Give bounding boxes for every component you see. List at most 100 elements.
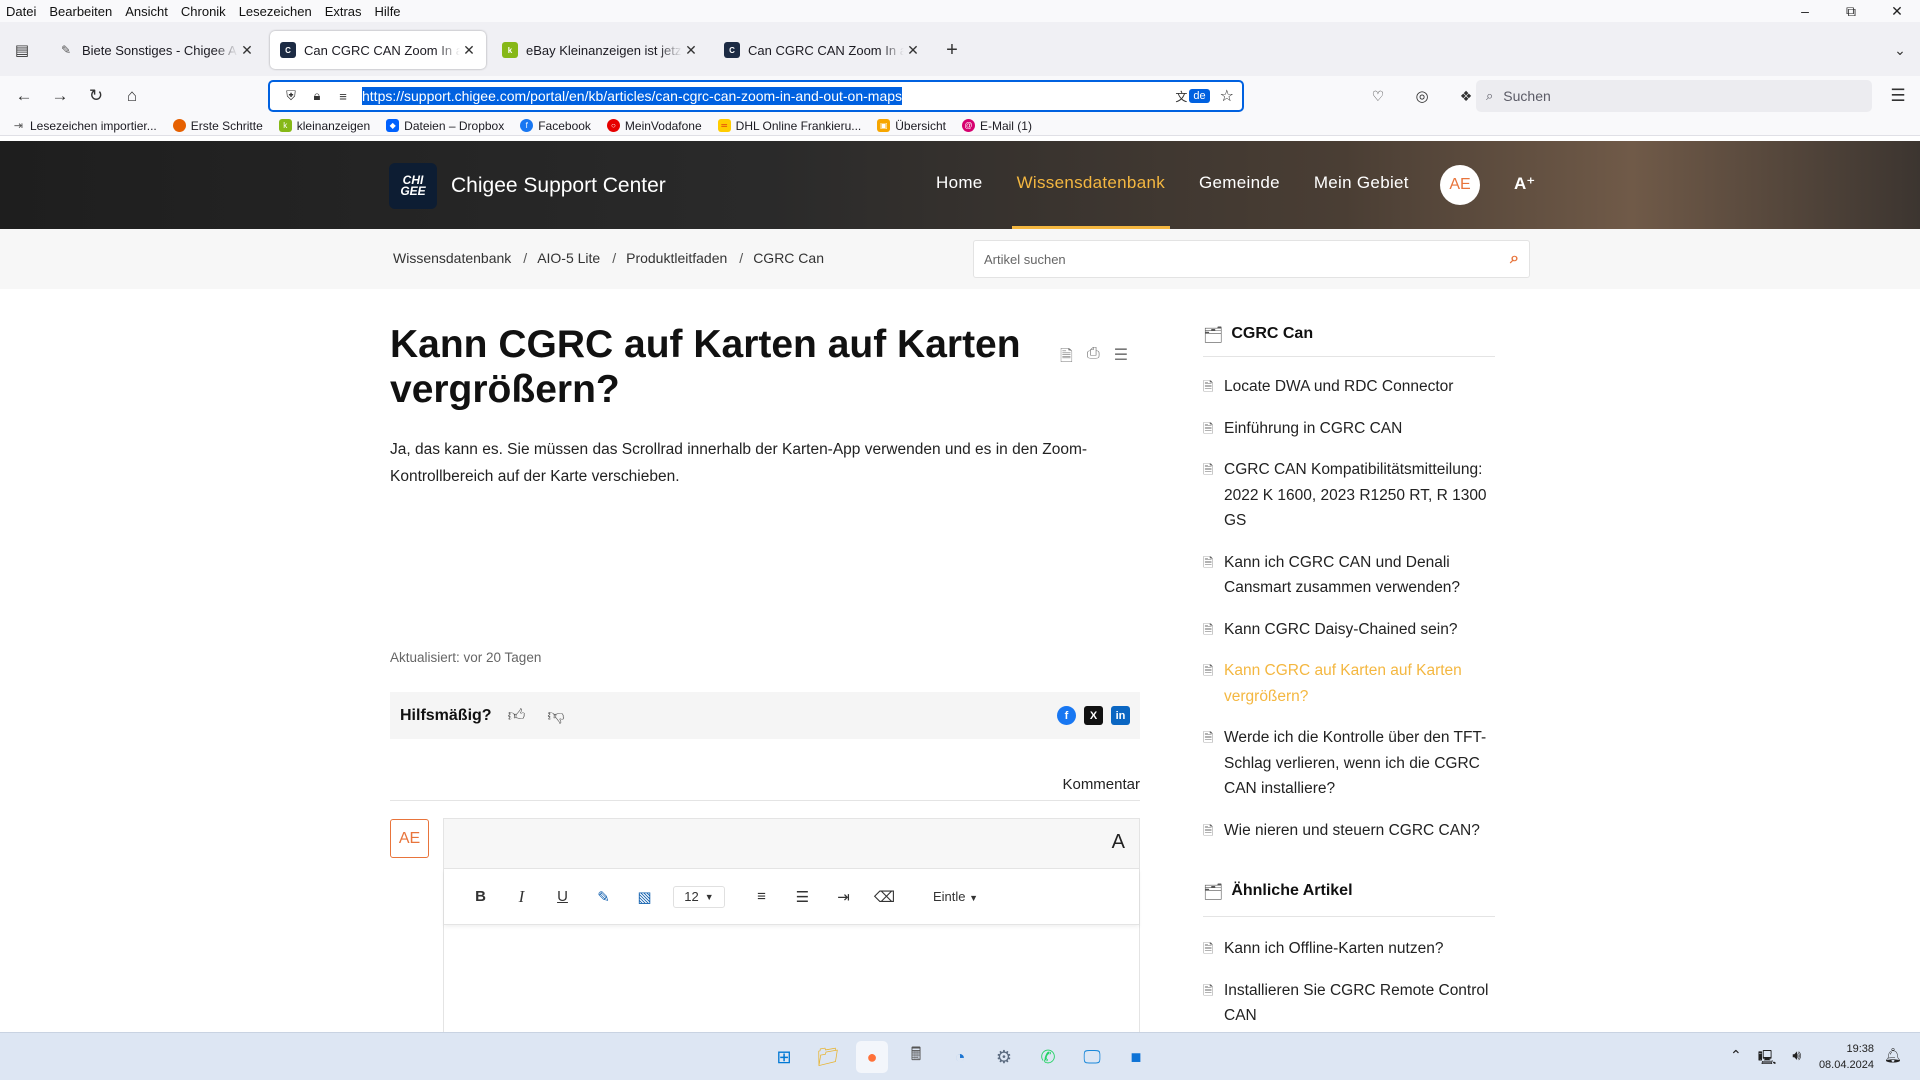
back-icon[interactable]: ← xyxy=(6,80,42,112)
clock[interactable]: 19:38 08.04.2024 xyxy=(1818,1041,1874,1073)
user-avatar[interactable]: AE xyxy=(1440,165,1480,205)
chigee-logo[interactable]: CHI GEE xyxy=(389,163,437,209)
font-size-select[interactable]: 12 ▼ xyxy=(673,885,725,908)
chevron-up-icon[interactable]: ⌃ xyxy=(1730,1047,1742,1071)
thumbs-up-icon[interactable]: 👍︎ xyxy=(508,705,526,726)
edge-icon[interactable]: ◔ xyxy=(944,1041,976,1073)
breadcrumb-item[interactable]: Wissensdatenbank xyxy=(393,250,511,266)
menu-chronik[interactable]: Chronik xyxy=(175,4,233,19)
eraser-icon[interactable]: ⌫ xyxy=(864,888,905,906)
close-tab-icon[interactable]: ✕ xyxy=(238,42,256,59)
related-article[interactable]: 🗎︎ Installieren Sie CGRC Remote Control C… xyxy=(1203,978,1503,1029)
close-tab-icon[interactable]: ✕ xyxy=(682,42,700,59)
nav-mein-gebiet[interactable]: Mein Gebiet xyxy=(1297,141,1426,229)
menu-hilfe[interactable]: Hilfe xyxy=(369,4,408,19)
home-icon[interactable]: ⌂ xyxy=(114,80,150,112)
font-size-icon[interactable]: A⁺ xyxy=(1514,174,1535,194)
font-format-icon[interactable]: A xyxy=(1112,831,1125,854)
whatsapp-icon[interactable]: ✆ xyxy=(1032,1041,1064,1073)
permissions-icon[interactable]: ≡ xyxy=(330,89,356,104)
nav-home[interactable]: Home xyxy=(919,141,1000,229)
sidebar-article[interactable]: 🗎︎ Werde ich die Kontrolle über den TFT-S… xyxy=(1203,725,1503,802)
bookmark-vodafone[interactable]: ○ MeinVodafone xyxy=(606,119,702,133)
bookmark-facebook[interactable]: f Facebook xyxy=(520,119,591,133)
align-left-icon[interactable]: ≡ xyxy=(741,888,782,905)
facebook-icon[interactable]: f xyxy=(1057,706,1076,725)
translate-icon[interactable]: 文 de xyxy=(1175,88,1210,105)
underline-icon[interactable]: U xyxy=(542,888,583,905)
network-icon[interactable]: 🖳︎ xyxy=(1758,1047,1777,1071)
article-search-input[interactable]: Artikel suchen ⌕ xyxy=(973,240,1530,278)
bookmark-dropbox[interactable]: ◆ Dateien – Dropbox xyxy=(386,119,504,133)
related-article[interactable]: 🗎︎ Kann ich Offline-Karten nutzen? xyxy=(1203,936,1503,962)
close-tab-icon[interactable]: ✕ xyxy=(460,42,478,59)
tab-cgrc-active[interactable]: C Can CGRC CAN Zoom In and Out on Maps ✕ xyxy=(270,31,486,69)
sidebar-article[interactable]: 🗎︎ Wie nieren und steuern CGRC CAN? xyxy=(1203,818,1503,844)
search-input[interactable]: ⌕ Suchen xyxy=(1476,80,1872,112)
bookmark-import[interactable]: ⇥ Lesezeichen importier... xyxy=(12,119,157,133)
breadcrumb-item[interactable]: CGRC Can xyxy=(753,250,824,266)
italic-icon[interactable]: I xyxy=(501,887,542,907)
menu-icon[interactable]: ☰ xyxy=(1880,80,1916,112)
bookmark-email[interactable]: @ E-Mail (1) xyxy=(961,119,1032,133)
tab-kleinanzeigen[interactable]: k eBay Kleinanzeigen ist jetzt Kleinanze… xyxy=(492,31,708,69)
site-brand[interactable]: Chigee Support Center xyxy=(451,174,666,198)
chevron-down-icon[interactable]: ⌄ xyxy=(1880,42,1920,59)
notification-icon[interactable]: 🔔︎ xyxy=(1884,1047,1902,1064)
sidebar-article-current[interactable]: 🗎︎ Kann CGRC auf Karten auf Karten vergrö… xyxy=(1203,658,1503,709)
print-icon[interactable]: ⎙ xyxy=(1087,345,1100,372)
bookmark-star-icon[interactable]: ☆ xyxy=(1220,86,1234,106)
bookmark-dhl[interactable]: ═ DHL Online Frankieru... xyxy=(717,119,861,133)
lock-icon[interactable]: 🔒︎ xyxy=(304,88,330,104)
firefox-icon[interactable]: ● xyxy=(856,1041,888,1073)
file-explorer-icon[interactable]: 📁︎ xyxy=(812,1041,844,1073)
format-select[interactable]: Eintle ▼ xyxy=(933,889,978,904)
bookmark-kleinanzeigen[interactable]: k kleinanzeigen xyxy=(278,119,370,133)
shield-icon[interactable]: ⛨ xyxy=(278,88,304,104)
calculator-icon[interactable]: 🖩︎ xyxy=(900,1041,932,1073)
pocket-icon[interactable]: ♡ xyxy=(1360,80,1396,112)
toc-icon[interactable]: ☰ xyxy=(1114,345,1128,372)
tab-biete-sonstiges[interactable]: ✎ Biete Sonstiges - Chigee AIO-5 Lite ✕ xyxy=(48,31,264,69)
menu-bearbeiten[interactable]: Bearbeiten xyxy=(43,4,119,19)
indent-icon[interactable]: ⇥ xyxy=(823,888,864,906)
tab-cgrc-2[interactable]: C Can CGRC CAN Zoom In and Out on Maps ✕ xyxy=(714,31,930,69)
pdf-icon[interactable]: 🗎︎ xyxy=(1060,345,1073,372)
close-window-icon[interactable]: ✕ xyxy=(1874,0,1920,22)
reload-icon[interactable]: ↻ xyxy=(78,80,114,112)
close-tab-icon[interactable]: ✕ xyxy=(904,42,922,59)
forward-icon[interactable]: → xyxy=(42,80,78,112)
menu-datei[interactable]: Datei xyxy=(0,4,43,19)
menu-lesezeichen[interactable]: Lesezeichen xyxy=(233,4,319,19)
sidebar-article[interactable]: 🗎︎ Kann CGRC Daisy-Chained sein? xyxy=(1203,617,1503,643)
thumbs-down-icon[interactable]: 👎︎ xyxy=(547,705,564,726)
restore-icon[interactable]: ⧉ xyxy=(1828,0,1874,22)
new-tab-icon[interactable]: + xyxy=(936,39,968,62)
url-bar[interactable]: ⛨ 🔒︎ ≡ https://support.chigee.com/portal… xyxy=(268,80,1244,112)
fill-color-icon[interactable]: ▧ xyxy=(624,888,665,906)
linkedin-icon[interactable]: in xyxy=(1111,706,1130,725)
menu-ansicht[interactable]: Ansicht xyxy=(119,4,175,19)
breadcrumb-item[interactable]: AIO-5 Lite xyxy=(537,250,600,266)
menu-extras[interactable]: Extras xyxy=(319,4,369,19)
bullet-list-icon[interactable]: ☰ xyxy=(782,888,823,906)
account-icon[interactable]: ◎ xyxy=(1404,80,1440,112)
nav-wissensdatenbank[interactable]: Wissensdatenbank xyxy=(1000,141,1182,229)
minimize-icon[interactable]: – xyxy=(1782,0,1828,22)
bookmark-erste-schritte[interactable]: Erste Schritte xyxy=(172,119,263,133)
bookmark-uebersicht[interactable]: ▣ Übersicht xyxy=(877,119,946,133)
highlight-icon[interactable]: ✎ xyxy=(583,888,624,906)
x-twitter-icon[interactable]: X xyxy=(1084,706,1103,725)
teamviewer-icon[interactable]: ■ xyxy=(1120,1041,1152,1073)
sidebar-article[interactable]: 🗎︎ CGRC CAN Kompatibilitätsmitteilung: 20… xyxy=(1203,457,1503,534)
firefox-view-icon[interactable]: ▤ xyxy=(2,32,42,68)
settings-icon[interactable]: ⚙ xyxy=(988,1041,1020,1073)
windows-start-icon[interactable]: ⊞ xyxy=(768,1041,800,1073)
url-text[interactable]: https://support.chigee.com/portal/en/kb/… xyxy=(362,87,903,105)
bold-icon[interactable]: B xyxy=(460,888,501,905)
sidebar-article[interactable]: 🗎︎ Locate DWA und RDC Connector xyxy=(1203,374,1503,400)
volume-icon[interactable]: 🔊︎ xyxy=(1792,1047,1801,1071)
sidebar-category-title[interactable]: CGRC Can xyxy=(1231,325,1313,343)
remote-desktop-icon[interactable]: 🖵︎ xyxy=(1076,1041,1108,1073)
breadcrumb-item[interactable]: Produktleitfaden xyxy=(626,250,727,266)
